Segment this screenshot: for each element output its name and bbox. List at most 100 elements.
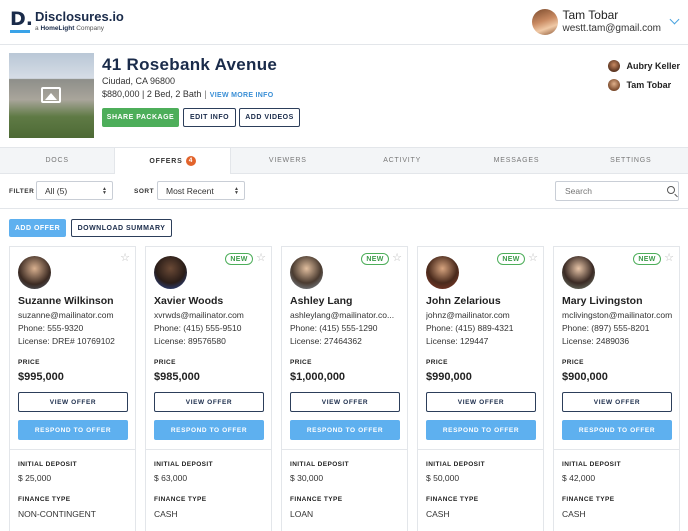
view-offer-button[interactable]: VIEW OFFER [562,392,672,412]
user-info: Tam Tobar westt.tam@gmail.com [562,8,661,35]
offer-agent-phone: Phone: (415) 555-1290 [290,323,378,333]
buyer-agent-avatar [154,256,187,289]
add-videos-button[interactable]: ADD VIDEOS [239,108,300,127]
offer-agent-email: xvrwds@mailinator.com [154,310,244,320]
agent-avatar [608,78,621,91]
finance-type-label: FINANCE TYPE [290,496,343,503]
user-menu[interactable]: Tam Tobar westt.tam@gmail.com [532,8,680,35]
price-label: PRICE [562,359,584,366]
initial-deposit-value: $ 42,000 [562,473,596,483]
initial-deposit-label: INITIAL DEPOSIT [18,461,77,468]
star-icon[interactable]: ☆ [256,253,266,264]
image-icon [41,87,61,103]
finance-type-label: FINANCE TYPE [562,496,615,503]
buyer-agent-avatar [18,256,51,289]
property-details: $880,000 | 2 Bed, 2 Bath | VIEW MORE INFO [102,89,273,99]
star-icon[interactable]: ☆ [664,253,674,264]
tab-label: DOCS [45,157,69,164]
property-header: 41 Rosebank Avenue Ciudad, CA 96800 $880… [0,45,688,147]
property-photo[interactable] [9,53,94,138]
tab-label: MESSAGES [493,157,540,164]
price-label: PRICE [154,359,176,366]
sort-select[interactable]: Most Recent ▲ ▼ [157,181,245,200]
tab-viewers[interactable]: VIEWERS [231,148,345,173]
offer-agent-email: ashleylang@mailinator.co... [290,310,395,320]
property-address: 41 Rosebank Avenue [102,55,278,74]
offer-agent-phone: Phone: (415) 555-9510 [154,323,242,333]
offer-price: $995,000 [18,371,64,383]
brand-logo[interactable]: D. Disclosures.io a HomeLight Company [10,8,124,33]
search-icon[interactable] [667,186,675,194]
view-offer-button[interactable]: VIEW OFFER [290,392,400,412]
offer-card: NEW ☆ Xavier Woods xvrwds@mailinator.com… [145,246,272,531]
tab-messages[interactable]: MESSAGES [459,148,573,173]
tab-label: OFFERS [149,157,183,165]
tab-docs[interactable]: DOCS [0,148,114,173]
respond-to-offer-button[interactable]: RESPOND TO OFFER [154,420,264,440]
star-icon[interactable]: ☆ [392,253,402,264]
agent-item: Aubry Keller [608,57,680,74]
view-more-info-link[interactable]: VIEW MORE INFO [210,92,274,99]
price-label: PRICE [426,359,448,366]
user-name: Tam Tobar [562,8,619,22]
divider [554,449,679,450]
select-arrows-icon: ▲ ▼ [234,186,239,196]
share-package-button[interactable]: SHARE PACKAGE [102,108,179,127]
finance-type-label: FINANCE TYPE [18,496,71,503]
filter-bar: FILTER All (5) ▲ ▼ SORT Most Recent ▲ ▼ [0,174,688,209]
offer-agent-name: Xavier Woods [154,295,224,307]
star-icon[interactable]: ☆ [120,253,130,264]
brand-sub-company: HomeLight [40,25,75,32]
respond-to-offer-button[interactable]: RESPOND TO OFFER [426,420,536,440]
filter-label: FILTER [9,188,35,195]
star-icon[interactable]: ☆ [528,253,538,264]
agent-name: Tam Tobar [626,79,672,90]
search-input[interactable] [555,181,679,201]
property-summary: $880,000 | 2 Bed, 2 Bath [102,89,202,99]
add-offer-button[interactable]: ADD OFFER [9,219,66,237]
tab-label: ACTIVITY [383,157,422,164]
offer-agent-phone: Phone: (897) 555-8201 [562,323,650,333]
respond-to-offer-button[interactable]: RESPOND TO OFFER [562,420,672,440]
download-summary-button[interactable]: DOWNLOAD SUMMARY [71,219,172,237]
tab-label: SETTINGS [610,157,652,164]
finance-type-label: FINANCE TYPE [154,496,207,503]
divider: | [204,89,207,99]
view-offer-button[interactable]: VIEW OFFER [426,392,536,412]
initial-deposit-label: INITIAL DEPOSIT [154,461,213,468]
offer-agent-license: License: 2489036 [562,336,630,346]
tab-offers[interactable]: OFFERS 4 [114,148,231,174]
tab-activity[interactable]: ACTIVITY [345,148,459,173]
offer-card: ☆ Suzanne Wilkinson suzanne@mailinator.c… [9,246,136,531]
respond-to-offer-button[interactable]: RESPOND TO OFFER [290,420,400,440]
view-offer-button[interactable]: VIEW OFFER [18,392,128,412]
initial-deposit-value: $ 25,000 [18,473,52,483]
logo-text: Disclosures.io a HomeLight Company [35,9,124,32]
brand-sub-prefix: a [35,25,39,32]
agent-name: Aubry Keller [626,60,680,71]
new-badge: NEW [361,253,389,265]
tab-bar: DOCS OFFERS 4 VIEWERS ACTIVITY MESSAGES S… [0,147,688,174]
filter-select[interactable]: All (5) ▲ ▼ [36,181,113,200]
finance-type-value: NON-CONTINGENT [18,509,96,519]
respond-to-offer-button[interactable]: RESPOND TO OFFER [18,420,128,440]
tab-settings[interactable]: SETTINGS [574,148,688,173]
property-city: Ciudad, CA 96800 [102,76,176,86]
offer-agent-phone: Phone: (415) 889-4321 [426,323,514,333]
buyer-agent-avatar [290,256,323,289]
finance-type-value: LOAN [290,509,314,519]
offer-card: NEW ☆ Mary Livingston mclivingston@maili… [553,246,680,531]
finance-type-value: CASH [426,509,450,519]
buyer-agent-avatar [426,256,459,289]
price-label: PRICE [290,359,312,366]
logo-mark-text: D. [10,8,33,30]
offer-agent-phone: Phone: 555-9320 [18,323,84,333]
view-offer-button[interactable]: VIEW OFFER [154,392,264,412]
price-label: PRICE [18,359,40,366]
edit-info-button[interactable]: EDIT INFO [183,108,236,127]
divider [10,449,135,450]
offer-agent-name: Mary Livingston [562,295,643,307]
user-email: westt.tam@gmail.com [562,23,661,34]
finance-type-value: CASH [562,509,586,519]
chevron-down-icon[interactable] [669,14,680,25]
